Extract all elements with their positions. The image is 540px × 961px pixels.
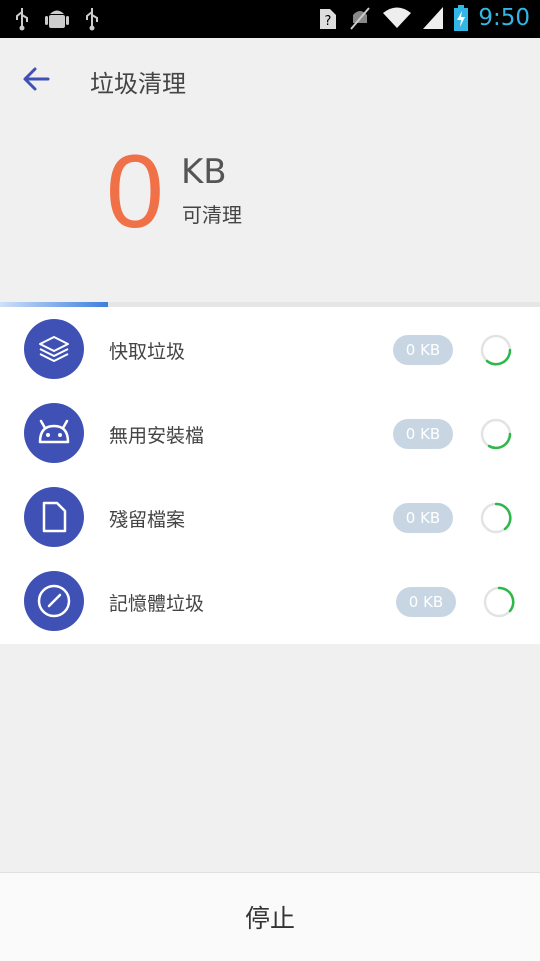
size-badge: 0 KB	[393, 419, 453, 449]
usb-icon	[86, 8, 98, 31]
svg-text:?: ?	[325, 14, 332, 29]
wifi-icon	[383, 7, 412, 28]
list-item-label: 殘留檔案	[109, 509, 186, 531]
clock: 9:50	[478, 5, 530, 31]
list-item-label: 記憶體垃圾	[109, 593, 205, 615]
list-item-memory-junk[interactable]: 記憶體垃圾 0 KB	[0, 559, 540, 643]
arrow-back-icon	[23, 67, 50, 91]
cleanable-size-number: 0	[106, 134, 164, 250]
notification-icons	[14, 6, 100, 32]
signal-icon	[423, 7, 444, 29]
android-icon	[24, 403, 84, 463]
junk-category-list: 快取垃圾 0 KB 無用安裝檔 0 KB 殘留檔案 0 KB 記憶體垃圾 0 K…	[0, 307, 540, 644]
list-item-residual-files[interactable]: 殘留檔案 0 KB	[0, 475, 540, 559]
loading-spinner-icon	[480, 502, 512, 534]
unknown-sim-icon: ?	[320, 9, 337, 29]
loading-spinner-icon	[483, 586, 515, 618]
loading-spinner-icon	[480, 334, 512, 366]
layers-icon	[24, 319, 84, 379]
mute-icon	[350, 7, 371, 30]
android-debug-icon	[45, 10, 69, 28]
size-badge: 0 KB	[393, 503, 453, 533]
status-bar: ? 9:50	[0, 0, 540, 38]
page-title: 垃圾清理	[90, 70, 186, 98]
list-item-useless-apk[interactable]: 無用安裝檔 0 KB	[0, 391, 540, 475]
app-bar: 垃圾清理	[0, 38, 540, 122]
list-item-cache-junk[interactable]: 快取垃圾 0 KB	[0, 307, 540, 391]
cleanable-summary: 0 KB 可清理	[0, 122, 540, 302]
size-badge: 0 KB	[393, 335, 453, 365]
file-icon	[24, 487, 84, 547]
system-icons: ? 9:50	[318, 5, 530, 31]
cleanable-caption: 可清理	[182, 203, 242, 227]
speedometer-icon	[24, 571, 84, 631]
battery-charging-icon	[454, 5, 469, 31]
loading-spinner-icon	[480, 418, 512, 450]
bottom-bar: 停止	[0, 872, 540, 961]
stop-button[interactable]: 停止	[0, 873, 540, 961]
cleanable-size-unit: KB	[181, 152, 227, 192]
list-item-label: 快取垃圾	[109, 341, 186, 363]
back-button[interactable]	[20, 62, 54, 96]
usb-icon	[16, 8, 28, 31]
size-badge: 0 KB	[396, 587, 456, 617]
list-item-label: 無用安裝檔	[109, 425, 205, 447]
